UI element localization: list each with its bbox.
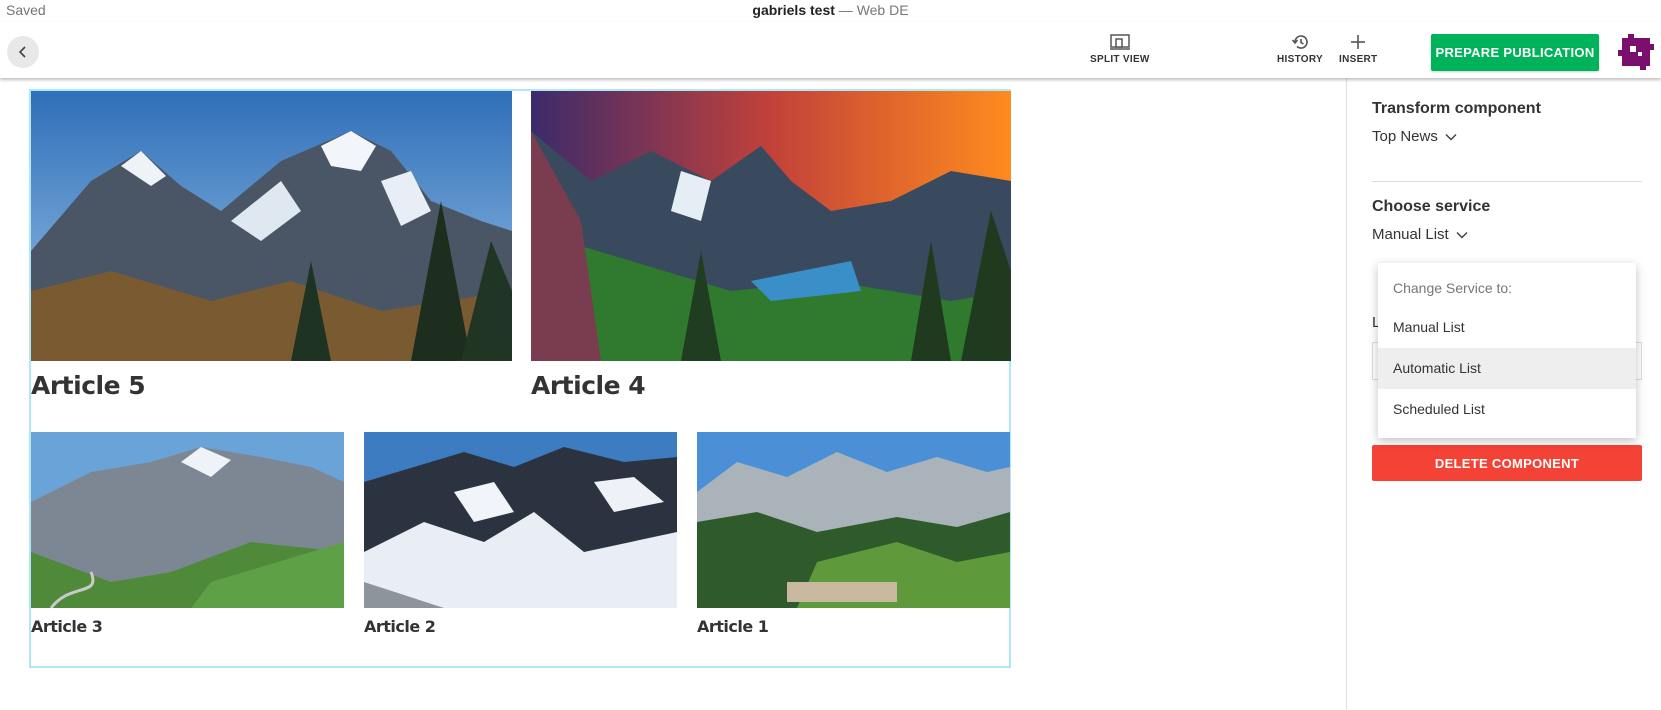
back-button[interactable] [7,36,39,68]
document-channel: Web DE [856,2,909,18]
service-select-value: Manual List [1372,226,1449,243]
article-title: Article 5 [31,371,146,400]
article-card-2[interactable]: Article 2 [364,432,677,636]
option-automatic-list[interactable]: Automatic List [1378,348,1636,389]
chevron-down-icon [1456,231,1468,239]
split-view-icon [1109,34,1130,50]
delete-component-button[interactable]: DELETE COMPONENT [1372,445,1642,481]
insert-button[interactable]: INSERT [1339,33,1377,65]
editor-canvas: Article 5 Article 4 Article 3 Article 2 … [0,78,1345,710]
option-scheduled-list[interactable]: Scheduled List [1378,389,1636,430]
article-title: Article 4 [531,371,646,400]
history-icon [1291,35,1308,49]
article-image [31,432,344,608]
prepare-publication-button[interactable]: PREPARE PUBLICATION [1431,34,1599,71]
chevron-down-icon [1445,133,1457,141]
option-manual-list[interactable]: Manual List [1378,307,1636,348]
service-select[interactable]: Manual List [1372,226,1468,243]
choose-service-heading: Choose service [1372,198,1491,215]
article-card-5[interactable]: Article 5 [31,91,512,400]
article-title: Article 3 [31,617,103,636]
transform-component-heading: Transform component [1372,100,1541,117]
article-image [364,432,677,608]
title-separator: — [834,2,857,18]
article-image [31,91,512,361]
article-card-1[interactable]: Article 1 [697,432,1010,636]
service-dropdown-menu: Change Service to: Manual List Automatic… [1378,263,1636,438]
history-button[interactable]: HISTORY [1277,33,1323,65]
article-card-3[interactable]: Article 3 [31,432,344,636]
insert-label: INSERT [1339,54,1378,65]
plus-icon [1351,35,1366,49]
user-avatar[interactable] [1618,34,1654,70]
split-view-label: SPLIT VIEW [1090,54,1150,65]
document-name: gabriels test [752,2,835,18]
teaser-component[interactable]: Article 5 Article 4 Article 3 Article 2 … [29,89,1011,668]
split-view-button[interactable]: SPLIT VIEW [1090,33,1150,65]
transform-select-value: Top News [1372,128,1438,145]
article-card-4[interactable]: Article 4 [531,91,1011,400]
article-title: Article 2 [364,617,436,636]
dropdown-header: Change Service to: [1393,280,1513,296]
article-image [697,432,1010,608]
chevron-left-icon [18,46,26,58]
article-title: Article 1 [697,617,769,636]
transform-select[interactable]: Top News [1372,128,1457,145]
article-image [531,91,1011,361]
history-label: HISTORY [1277,54,1323,65]
panel-divider [1372,181,1642,182]
toolbar: SPLIT VIEW HISTORY INSERT PREPARE PUBLIC… [0,22,1661,78]
document-title: gabriels test — Web DE [0,2,1661,18]
